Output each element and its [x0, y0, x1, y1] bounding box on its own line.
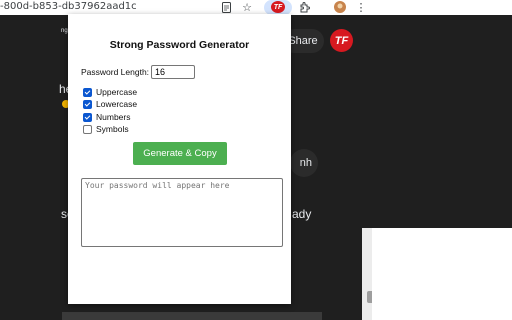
popup-title: Strong Password Generator — [109, 39, 250, 51]
length-row: Password Length: — [81, 65, 196, 79]
channel-logo[interactable]: TF — [330, 29, 353, 52]
document-icon[interactable] — [220, 0, 232, 14]
password-placeholder: Your password will appear here — [85, 181, 230, 190]
length-label: Password Length: — [81, 67, 150, 77]
numbers-checkbox[interactable] — [83, 112, 92, 122]
numbers-label: Numbers — [96, 112, 131, 122]
option-uppercase[interactable]: Uppercase — [83, 87, 137, 97]
partial-right-text: ady — [292, 207, 312, 221]
address-bar-url[interactable]: -800d-b853-db37962aad1c — [0, 1, 137, 12]
symbols-checkbox[interactable] — [83, 124, 92, 134]
lowercase-label: Lowercase — [96, 99, 138, 109]
puzzle-icon[interactable] — [297, 0, 311, 14]
browser-toolbar: -800d-b853-db37962aad1c ☆ TF ⋮ — [0, 0, 512, 15]
profile-avatar[interactable] — [333, 0, 347, 14]
symbols-label: Symbols — [96, 124, 129, 134]
password-generator-popup: Strong Password Generator Password Lengt… — [68, 14, 291, 304]
partial-action-button[interactable]: nh — [290, 149, 318, 177]
lowercase-checkbox[interactable] — [83, 99, 92, 109]
partial-tab-text: ng — [61, 28, 68, 34]
star-icon[interactable]: ☆ — [240, 0, 254, 14]
option-symbols[interactable]: Symbols — [83, 124, 129, 134]
extension-logo-icon[interactable]: TF — [271, 1, 285, 13]
option-lowercase[interactable]: Lowercase — [83, 99, 137, 109]
length-input[interactable] — [151, 65, 196, 79]
scrollbar-track[interactable] — [362, 228, 372, 320]
password-output[interactable]: Your password will appear here — [81, 178, 283, 247]
uppercase-label: Uppercase — [96, 87, 138, 97]
kebab-menu-icon[interactable]: ⋮ — [356, 0, 367, 14]
generate-copy-button[interactable]: Generate & Copy — [133, 142, 227, 165]
uppercase-checkbox[interactable] — [83, 87, 92, 97]
option-numbers[interactable]: Numbers — [83, 112, 130, 122]
white-panel — [372, 228, 512, 320]
bottom-strip — [62, 312, 322, 320]
